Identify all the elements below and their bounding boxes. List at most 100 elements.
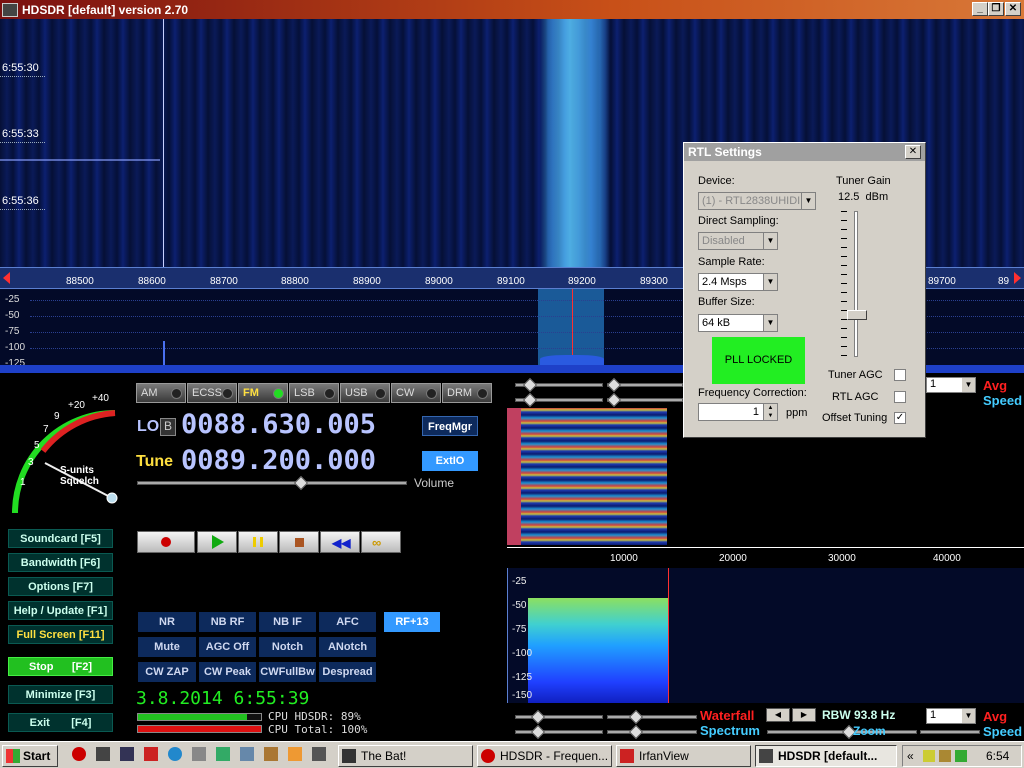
mode-cw-button[interactable]: CW <box>391 383 441 403</box>
avg-select-top[interactable]: 1 ▼ <box>926 377 976 393</box>
tuner-gain-slider[interactable] <box>854 211 858 357</box>
audio-slider[interactable] <box>607 715 697 719</box>
freqmgr-button[interactable]: FreqMgr <box>422 416 478 436</box>
quicklaunch-icon[interactable] <box>96 747 110 761</box>
afc-button[interactable]: AFC <box>319 612 376 632</box>
stop-record-button[interactable] <box>279 531 319 553</box>
freq-correction-input[interactable]: 1 ▲ ▼ <box>698 403 778 421</box>
scroll-right-icon[interactable] <box>1014 272 1021 284</box>
volume-knob[interactable] <box>293 475 309 491</box>
audio-waterfall[interactable] <box>507 408 667 545</box>
play-button[interactable] <box>197 531 237 553</box>
options-button[interactable]: Options [F7] <box>8 577 113 596</box>
taskbar-thebat[interactable]: The Bat! <box>338 745 473 767</box>
nb-if-button[interactable]: NB IF <box>259 612 316 632</box>
audio-slider[interactable] <box>515 730 603 734</box>
nr-button[interactable]: NR <box>138 612 196 632</box>
zoom-left-button[interactable]: ◀ <box>766 708 790 722</box>
cw-fullbw-button[interactable]: CWFullBw <box>259 662 316 682</box>
avg-select-bottom[interactable]: 1 ▼ <box>926 708 976 724</box>
audio-slider-knob[interactable] <box>530 709 546 725</box>
anotch-button[interactable]: ANotch <box>319 637 376 657</box>
direct-sampling-select[interactable]: Disabled ▼ <box>698 232 778 250</box>
rf-gain-button[interactable]: RF+13 <box>384 612 440 632</box>
rewind-button[interactable]: ◀◀ <box>320 531 360 553</box>
tray-icon[interactable] <box>955 750 967 762</box>
globe-icon[interactable] <box>168 747 182 761</box>
agc-button[interactable]: AGC Off <box>199 637 256 657</box>
bandwidth-button[interactable]: Bandwidth [F6] <box>8 553 113 572</box>
speed-slider[interactable] <box>920 730 980 734</box>
buffer-size-select[interactable]: 64 kB ▼ <box>698 314 778 332</box>
nb-rf-button[interactable]: NB RF <box>199 612 256 632</box>
audio-spectrum[interactable]: -25 -50 -75 -100 -125 -150 <box>507 568 1024 703</box>
offset-tuning-checkbox[interactable]: ✓ <box>894 412 906 424</box>
exit-button[interactable]: Exit [F4] <box>8 713 113 732</box>
rtl-agc-checkbox[interactable] <box>894 391 906 403</box>
mode-fm-button[interactable]: FM <box>238 383 288 403</box>
zoom-right-button[interactable]: ▶ <box>792 708 816 722</box>
fullscreen-button[interactable]: Full Screen [F11] <box>8 625 113 644</box>
audio-slider-knob[interactable] <box>530 724 546 740</box>
s-meter <box>12 410 118 514</box>
pause-button[interactable] <box>238 531 278 553</box>
dialog-close-icon[interactable]: ✕ <box>905 145 921 159</box>
despread-button[interactable]: Despread <box>319 662 376 682</box>
cw-peak-button[interactable]: CW Peak <box>199 662 256 682</box>
tool-icon[interactable] <box>192 747 206 761</box>
taskbar-hdsdr-main[interactable]: HDSDR [default... <box>755 745 897 767</box>
mode-lsb-button[interactable]: LSB <box>289 383 339 403</box>
mode-am-button[interactable]: AM <box>136 383 186 403</box>
minimize-button[interactable]: Minimize [F3] <box>8 685 113 704</box>
opera-icon[interactable] <box>72 747 86 761</box>
tray-icon[interactable] <box>939 750 951 762</box>
help-update-button[interactable]: Help / Update [F1] <box>8 601 113 620</box>
quicklaunch-icon[interactable] <box>288 747 302 761</box>
tuner-gain-thumb[interactable] <box>847 310 867 321</box>
stop-button[interactable]: Stop [F2] <box>8 657 113 676</box>
device-select[interactable]: (1) - RTL2838UHIDIR ▼ <box>698 192 816 210</box>
lo-badge[interactable]: B <box>160 418 176 436</box>
mode-ecss-button[interactable]: ECSS <box>187 383 237 403</box>
mode-usb-button[interactable]: USB <box>340 383 390 403</box>
quicklaunch-icon[interactable] <box>264 747 278 761</box>
quicklaunch-icon[interactable] <box>144 747 158 761</box>
save-icon[interactable] <box>120 747 134 761</box>
extio-button[interactable]: ExtIO <box>422 451 478 471</box>
audio-slider[interactable] <box>607 730 697 734</box>
notch-button[interactable]: Notch <box>259 637 316 657</box>
tray-expand-icon[interactable]: « <box>907 749 914 763</box>
quicklaunch-icon[interactable] <box>240 747 254 761</box>
loop-button[interactable]: ∞ <box>361 531 401 553</box>
audio-slider-knob[interactable] <box>522 392 538 408</box>
start-button[interactable]: Start <box>2 745 58 767</box>
tray-icon[interactable] <box>923 750 935 762</box>
audio-slider-knob[interactable] <box>628 709 644 725</box>
mute-button[interactable]: Mute <box>138 637 196 657</box>
volume-slider[interactable] <box>137 481 407 485</box>
mode-drm-button[interactable]: DRM <box>442 383 492 403</box>
restore-icon[interactable]: ❐ <box>988 2 1004 16</box>
sample-rate-select[interactable]: 2.4 Msps ▼ <box>698 273 778 291</box>
tuner-agc-checkbox[interactable] <box>894 369 906 381</box>
minimize-icon[interactable]: _ <box>972 2 988 16</box>
spin-icon[interactable]: ▲ ▼ <box>763 404 777 420</box>
taskbar-irfanview[interactable]: IrfanView <box>616 745 751 767</box>
audio-slider-knob[interactable] <box>606 377 622 393</box>
scroll-left-icon[interactable] <box>3 272 10 284</box>
close-icon[interactable]: ✕ <box>1005 2 1021 16</box>
audio-slider-knob[interactable] <box>628 724 644 740</box>
quicklaunch-icon[interactable] <box>216 747 230 761</box>
lo-frequency[interactable]: 0088.630.005 <box>181 409 376 440</box>
soundcard-button[interactable]: Soundcard [F5] <box>8 529 113 548</box>
quicklaunch-icon[interactable] <box>312 747 326 761</box>
speed-label-top: Speed <box>983 393 1023 408</box>
audio-slider[interactable] <box>515 715 603 719</box>
audio-slider-knob[interactable] <box>606 392 622 408</box>
tune-frequency[interactable]: 0089.200.000 <box>181 445 376 476</box>
cw-zap-button[interactable]: CW ZAP <box>138 662 196 682</box>
record-button[interactable] <box>137 531 195 553</box>
audio-slider-knob[interactable] <box>522 377 538 393</box>
audio-frequency-ruler[interactable]: 10000 20000 30000 40000 <box>507 547 1024 567</box>
taskbar-hdsdr-freq[interactable]: HDSDR - Frequen... <box>477 745 612 767</box>
